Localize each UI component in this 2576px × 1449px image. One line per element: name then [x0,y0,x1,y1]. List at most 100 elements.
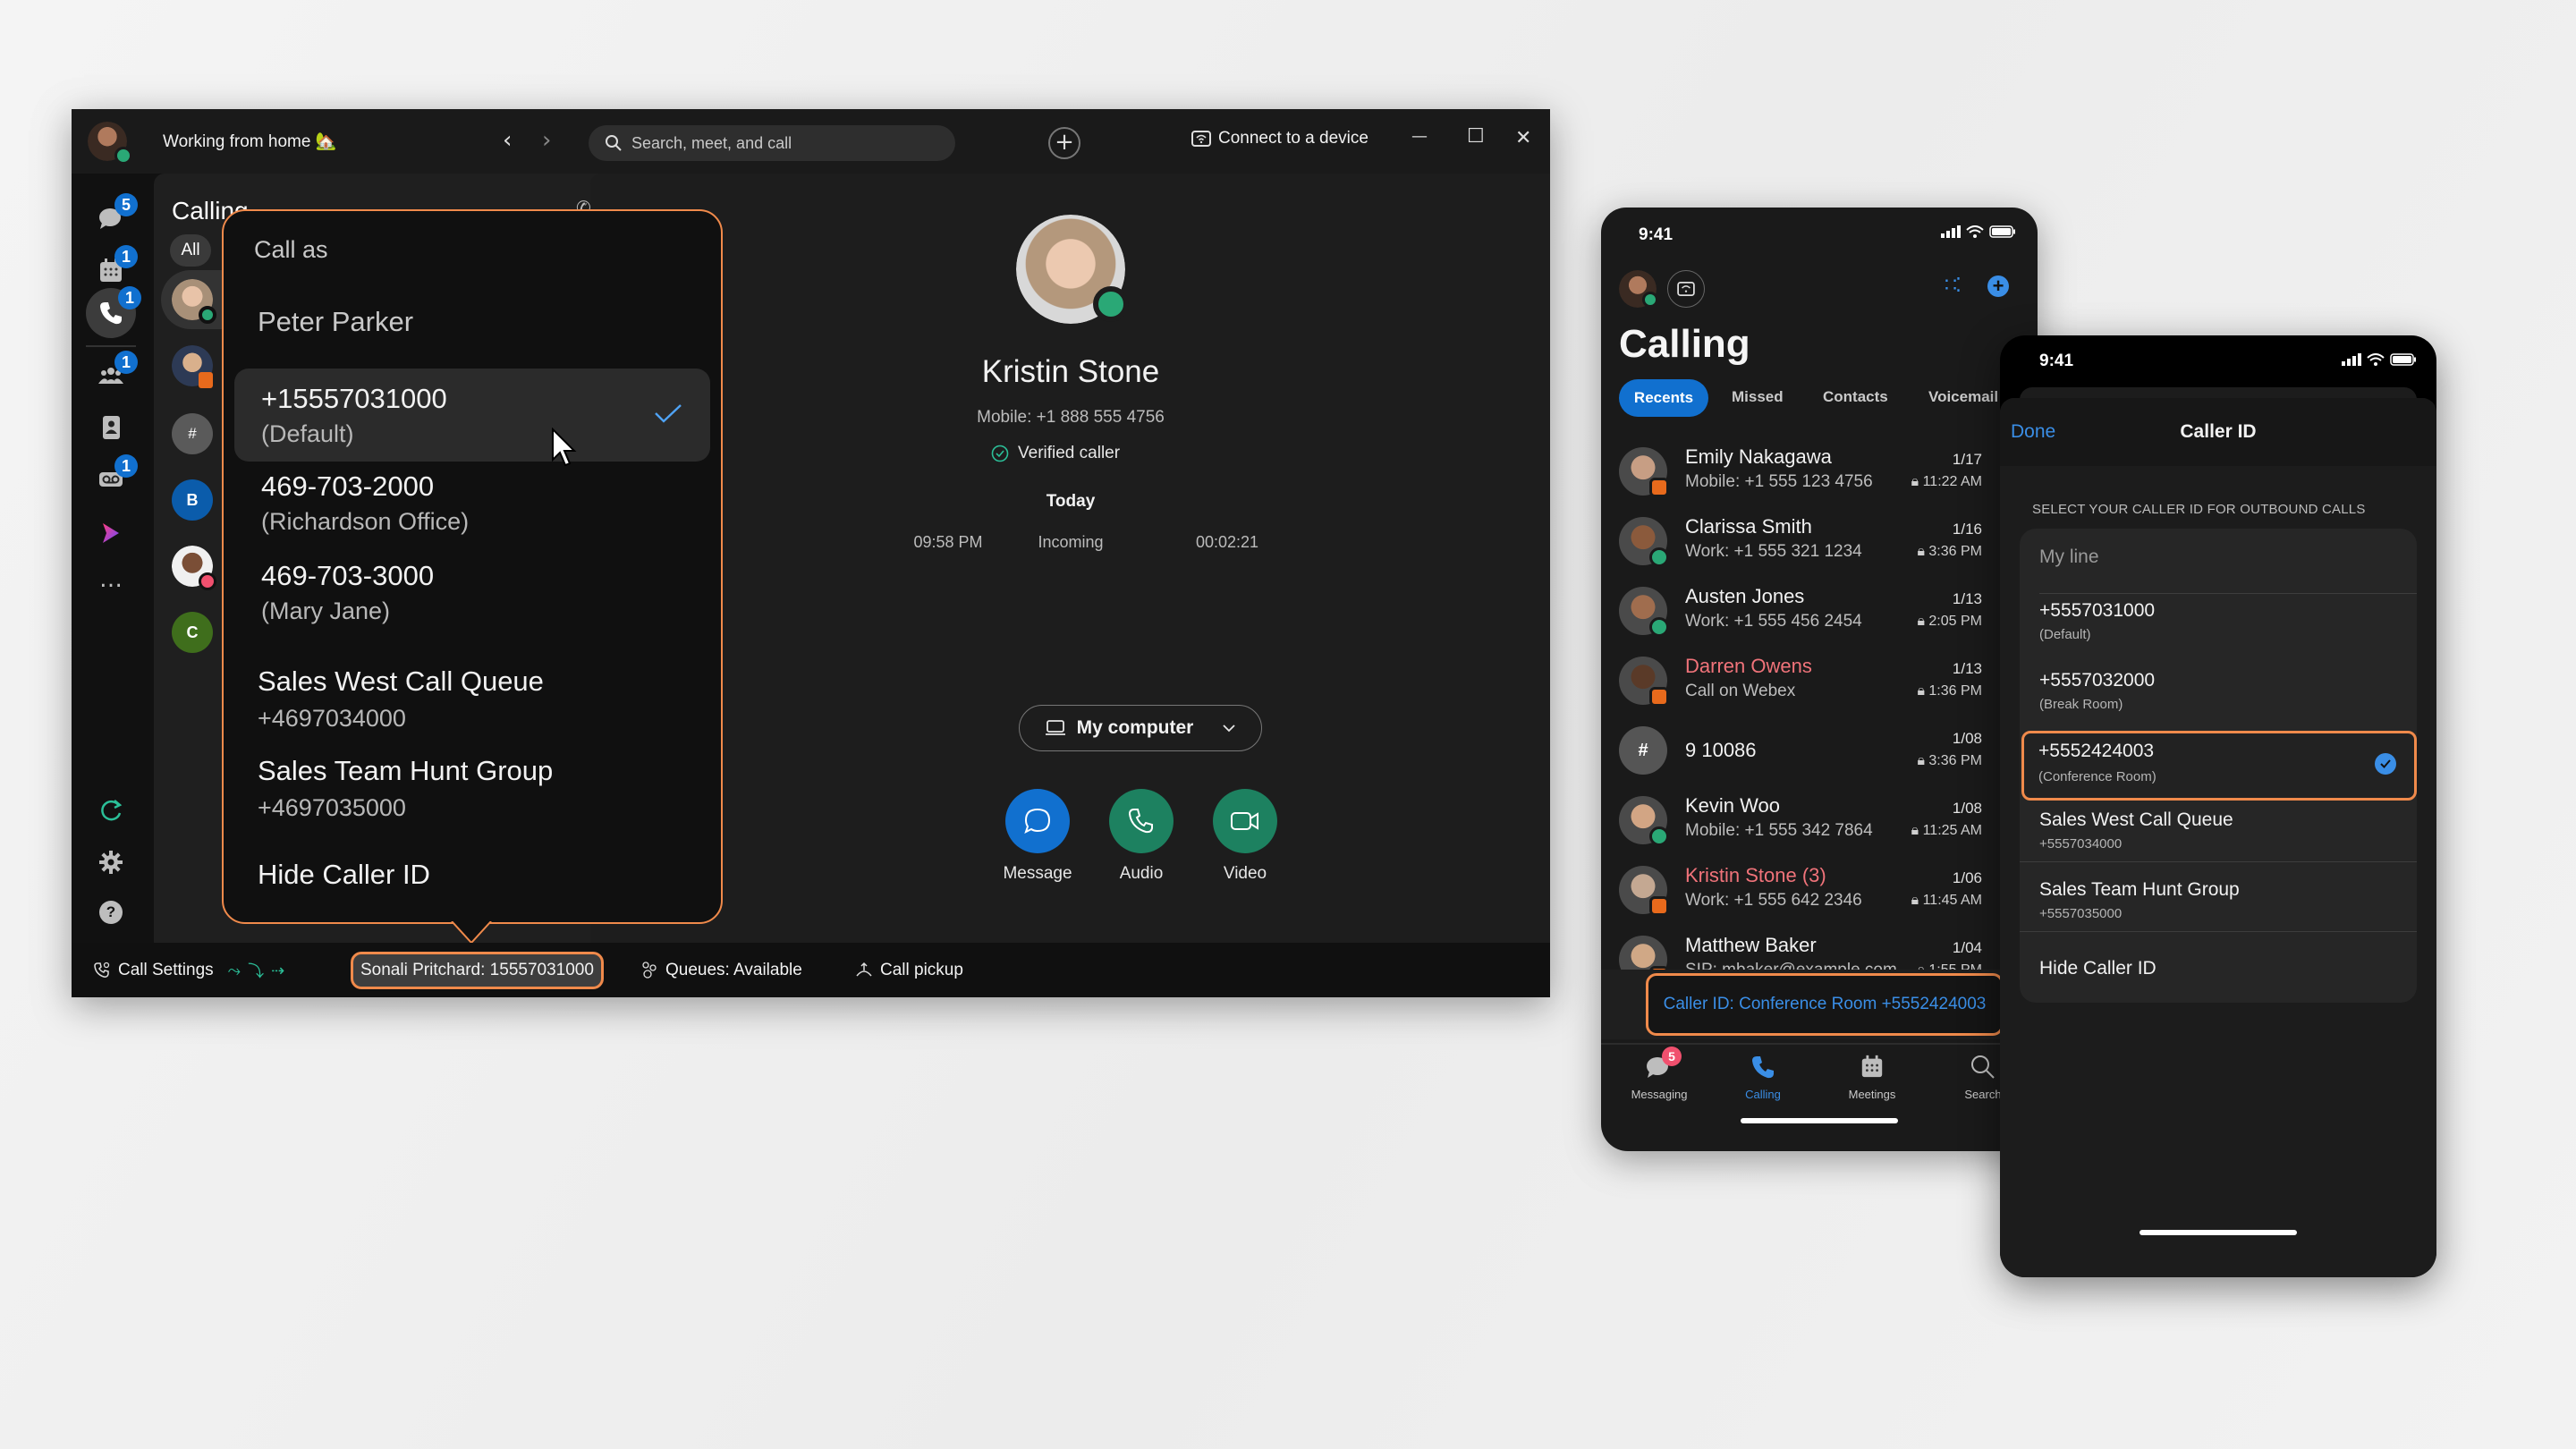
contact-avatar-hash[interactable]: # [172,413,213,454]
option-number: +5557035000 [2039,906,2123,921]
rail-meetings[interactable]: 1 [93,245,138,288]
option-label: (Break Room) [2039,697,2123,712]
battery-icon [1989,225,2015,238]
status-bar: Call Settings ⤳ ⤵ ⇢ Sonali Pritchard: 15… [72,943,1550,997]
search-input[interactable]: Search, meet, and call [589,125,955,161]
rail-more[interactable]: … [93,562,129,597]
move-call-icon[interactable]: ⇢ [271,962,284,980]
add-call-button[interactable]: + [1987,275,2009,297]
recent-date: 1/08 [1952,730,1982,747]
presence-available-dot [114,147,132,165]
option-name: Sales West Call Queue [2039,809,2233,830]
audio-call-button[interactable] [1109,789,1174,853]
recent-call-row[interactable]: Emily Nakagawa Mobile: +1 555 123 4756 1/1… [1601,438,2038,508]
sheet-title: Caller ID [2180,421,2257,442]
recent-call-row[interactable]: Austen Jones Work: +1 555 456 2454 1/13 🔒︎ … [1601,578,2038,648]
home-indicator [2140,1230,2297,1235]
call-pickup-button[interactable]: Call pickup [855,955,963,986]
caller-id-banner-text: Caller ID: Conference Room +5552424003 [1663,995,1987,1013]
status-message[interactable]: Working from home 🏡 [163,131,336,152]
rail-messaging[interactable]: 5 [93,193,138,236]
rail-contacts[interactable] [93,410,129,445]
connect-device-button[interactable] [1667,270,1705,308]
recent-detail: Work: +1 555 456 2454 [1685,612,1862,631]
rail-voicemail[interactable]: 1 [93,454,138,497]
verified-caller: Verified caller [991,444,1120,463]
battery-icon [2390,353,2416,366]
queues-status[interactable]: Queues: Available [640,955,802,986]
recent-call-row[interactable]: Kevin Woo Mobile: +1 555 342 7864 1/08 🔒︎ 1… [1601,787,2038,857]
option-number: +5557034000 [2039,836,2123,852]
hide-caller-id-option[interactable]: Hide Caller ID [258,859,430,891]
recent-date: 1/04 [1952,939,1982,956]
device-label: My computer [1076,717,1194,738]
refresh-icon [101,800,123,821]
presence-available-dot [199,306,216,324]
call-pull-icon[interactable]: ⤵ [248,959,264,982]
phone-gear-icon [94,962,110,978]
caller-id-option-selected[interactable]: +5552424003 (Conference Room) [2021,731,2417,801]
filter-all-chip[interactable]: All [170,234,211,267]
video-call-button[interactable] [1213,789,1277,853]
device-selector[interactable]: My computer [1019,705,1262,751]
contact-avatar-b[interactable]: B [172,479,213,521]
rail-calling-active[interactable]: 1 [86,286,141,338]
tab-contacts[interactable]: Contacts [1823,379,1888,415]
nav-meetings[interactable]: Meetings [1832,1048,1912,1111]
contact-avatar-c[interactable]: C [172,612,213,653]
recent-call-row[interactable]: Kristin Stone (3) Work: +1 555 642 2346 1/… [1601,857,2038,927]
rail-sync[interactable] [93,792,129,828]
connect-device-button[interactable]: Connect to a device [1191,129,1368,148]
checkmark-icon [2375,753,2396,775]
signal-icon [1941,225,1961,238]
call-settings-button[interactable]: Call Settings ⤳ ⤵ ⇢ [93,955,284,986]
rail-help[interactable]: ? [93,894,129,930]
recent-name: Kristin Stone (3) [1685,864,1826,886]
caller-id-sheet: Done Caller ID SELECT YOUR CALLER ID FOR… [2000,398,2436,1277]
done-button[interactable]: Done [2011,421,2055,443]
new-button[interactable]: + [1048,127,1080,159]
contact-detail-panel: Kristin Stone Mobile: +1 888 555 4756 Ve… [590,174,1550,943]
tab-voicemail[interactable]: Voicemail [1928,379,1998,415]
rail-settings[interactable] [93,844,129,880]
recent-date: 1/16 [1952,521,1982,538]
hide-caller-id-option[interactable]: Hide Caller ID [2039,958,2157,979]
caller-id-chip[interactable]: Sonali Pritchard: 15557031000 [351,952,604,989]
queues-label: Queues: Available [665,961,802,979]
option-name: Sales West Call Queue [258,665,544,697]
recent-date: 1/13 [1952,660,1982,677]
forward-icon[interactable]: › [542,127,551,154]
wifi-icon [1966,225,1984,238]
message-button[interactable] [1005,789,1070,853]
badge-count: 1 [114,454,138,478]
nav-calling[interactable]: Calling [1723,1048,1803,1111]
maximize-button[interactable]: ☐ [1467,125,1485,148]
recent-call-row[interactable]: #9 10086 1/08 🔒︎ 3:36 PM [1601,717,2038,787]
recent-call-row[interactable]: Clarissa Smith Work: +1 555 321 1234 1/16 🔒… [1601,508,2038,578]
rail-vidcast[interactable] [93,515,129,551]
back-icon[interactable]: ‹ [503,127,512,154]
option-number: 469-703-3000 [261,560,435,591]
recent-detail: Call on Webex [1685,682,1796,700]
desktop-app-window: Working from home 🏡 ‹ › Search, meet, an… [72,109,1550,997]
call-pickup-icon [856,962,872,977]
recent-time: 🔒︎ 3:36 PM [1917,544,1982,559]
recent-date: 1/08 [1952,800,1982,817]
dialed-number-avatar: # [1619,726,1667,775]
dialpad-icon[interactable]: ∷⁚ [1945,274,1962,297]
verified-label: Verified caller [1018,444,1121,462]
close-button[interactable]: ✕ [1515,127,1531,149]
recent-call-row[interactable]: Darren Owens Call on Webex 1/13 🔒︎ 1:36 PM [1601,648,2038,717]
phone-icon [1128,809,1153,834]
chevron-down-icon [1223,724,1235,733]
caller-id-banner[interactable]: Caller ID: Conference Room +5552424003 [1646,973,2004,1036]
nav-messaging[interactable]: 5 Messaging [1619,1046,1699,1111]
tab-recents[interactable]: Recents [1619,379,1708,417]
rail-teams[interactable]: 1 [93,351,138,394]
message-label: Message [1003,864,1072,883]
wifi-icon [2367,353,2385,366]
tab-missed[interactable]: Missed [1732,379,1784,415]
search-icon [606,135,622,151]
minimize-button[interactable]: — [1411,127,1428,146]
call-forward-icon[interactable]: ⤳ [228,962,241,980]
